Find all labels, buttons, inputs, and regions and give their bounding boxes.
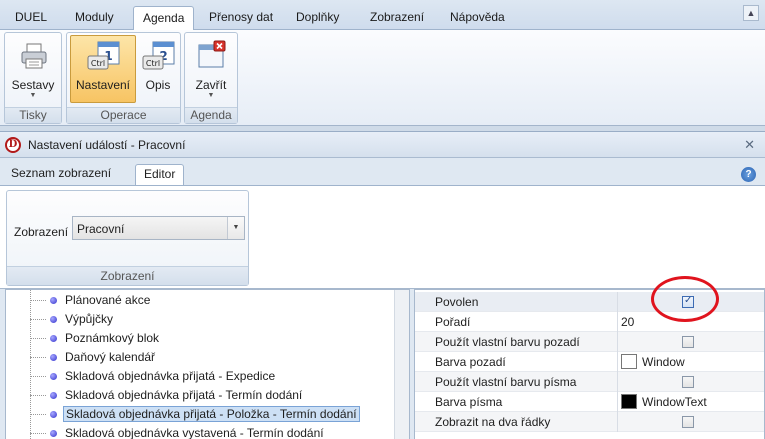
color-swatch <box>621 354 637 369</box>
tab-agenda[interactable]: Agenda <box>133 6 195 31</box>
tree-item-label: Skladová objednávka vystavená - Termín d… <box>65 426 324 439</box>
close-icon[interactable]: ✕ <box>744 137 755 153</box>
tab-zobrazeni[interactable]: Zobrazení <box>361 6 433 30</box>
tree-item-label: Plánované akce <box>65 293 151 307</box>
property-row-barva-pozadi: Barva pozadí Window <box>415 352 764 372</box>
barva-pisma-value[interactable]: WindowText <box>642 395 707 409</box>
ribbon: Sestavy ▼ Tisky 1 Ctrl Nastavení 2 Ctrl <box>0 30 765 126</box>
zobrazeni-select[interactable]: Pracovní ▼ <box>72 216 245 240</box>
svg-text:Ctrl: Ctrl <box>91 59 105 68</box>
zavrit-label: Zavřít <box>195 78 227 92</box>
ribbon-minimize-icon[interactable]: ▲ <box>743 5 759 21</box>
dialog-titlebar: D Nastavení událostí - Pracovní ✕ <box>0 132 765 158</box>
tree-item-label: Skladová objednávka přijatá - Termín dod… <box>65 388 303 402</box>
tab-moduly[interactable]: Moduly <box>66 6 123 30</box>
bullet-icon <box>50 297 57 304</box>
tree-item-label: Poznámkový blok <box>65 331 160 345</box>
editor-toolbar-pane: Zobrazení Pracovní ▼ Zobrazení <box>0 185 765 289</box>
tab-duel[interactable]: DUEL <box>6 6 56 30</box>
chevron-down-icon[interactable]: ▼ <box>227 217 244 239</box>
nastaveni-label: Nastavení <box>75 78 131 92</box>
group-label-agenda: Agenda <box>185 107 237 123</box>
settings-dialog: D Nastavení událostí - Pracovní ✕ Seznam… <box>0 131 765 439</box>
property-row-vlastni-barva-pisma: Použít vlastní barvu písma <box>415 372 764 392</box>
nastaveni-button[interactable]: 1 Ctrl Nastavení <box>70 35 136 103</box>
bullet-icon <box>50 430 57 437</box>
tree-item[interactable]: Plánované akce <box>6 291 396 310</box>
opis-label: Opis <box>145 78 171 92</box>
property-name: Barva pozadí <box>435 355 506 369</box>
close-window-icon <box>198 40 226 68</box>
tree-item[interactable]: Skladová objednávka vystavená - Termín d… <box>6 424 396 439</box>
tree-item[interactable]: Výpůjčky <box>6 310 396 329</box>
zobrazeni-field-label: Zobrazení <box>14 225 69 239</box>
tree-item-label: Skladová objednávka přijatá - Položka - … <box>63 406 360 422</box>
app-logo-icon: D <box>5 137 21 153</box>
barva-pozadi-value[interactable]: Window <box>642 355 685 369</box>
bullet-icon <box>50 373 57 380</box>
tree-item[interactable]: Skladová objednávka přijatá - Expedice <box>6 367 396 386</box>
color-swatch <box>621 394 637 409</box>
tree-item-label: Skladová objednávka přijatá - Expedice <box>65 369 276 383</box>
event-tree: Plánované akce Výpůjčky Poznámkový blok … <box>5 289 410 439</box>
property-row-vlastni-barva-pozadi: Použít vlastní barvu pozadí <box>415 332 764 352</box>
zobrazeni-group: Zobrazení Pracovní ▼ Zobrazení <box>6 190 249 286</box>
sestavy-dropdown-icon: ▼ <box>29 92 37 99</box>
svg-text:Ctrl: Ctrl <box>146 59 160 68</box>
zavrit-dropdown-icon: ▼ <box>207 92 215 99</box>
dva-radky-checkbox[interactable] <box>682 416 694 428</box>
property-name: Barva písma <box>435 395 503 409</box>
tab-doplnky[interactable]: Doplňky <box>287 6 348 30</box>
sestavy-button[interactable]: Sestavy ▼ <box>8 35 58 103</box>
tree-item-label: Výpůjčky <box>65 312 114 326</box>
help-icon[interactable]: ? <box>741 167 756 182</box>
dialog-title: Nastavení událostí - Pracovní <box>28 138 186 152</box>
bullet-icon <box>50 411 57 418</box>
printer-icon <box>21 43 47 69</box>
tab-seznam-zobrazeni[interactable]: Seznam zobrazení <box>3 164 119 186</box>
calendar-copy-icon: 2 Ctrl <box>142 41 175 70</box>
zavrit-button[interactable]: Zavřít ▼ <box>187 35 235 103</box>
vlastni-barva-pozadi-checkbox[interactable] <box>682 336 694 348</box>
zobrazeni-select-value: Pracovní <box>77 222 125 236</box>
vlastni-barva-pisma-checkbox[interactable] <box>682 376 694 388</box>
calendar-settings-icon: 1 Ctrl <box>87 41 120 70</box>
bullet-icon <box>50 354 57 361</box>
highlight-annotation <box>651 276 719 322</box>
group-label-zobrazeni: Zobrazení <box>7 266 248 285</box>
bullet-icon <box>50 316 57 323</box>
ribbon-group-operace: 1 Ctrl Nastavení 2 Ctrl Opis Operace <box>66 32 181 124</box>
tab-prenosy-dat[interactable]: Přenosy dat <box>200 6 282 30</box>
opis-button[interactable]: 2 Ctrl Opis <box>139 35 177 103</box>
tree-scrollbar[interactable] <box>394 290 409 439</box>
bullet-icon <box>50 392 57 399</box>
group-label-operace: Operace <box>67 107 180 123</box>
tab-editor[interactable]: Editor <box>135 164 185 186</box>
tree-item-label: Daňový kalendář <box>65 350 156 364</box>
ribbon-group-agenda: Zavřít ▼ Agenda <box>184 32 238 124</box>
tree-item[interactable]: Skladová objednávka přijatá - Termín dod… <box>6 386 396 405</box>
property-name: Povolen <box>435 295 479 309</box>
dialog-tabs: Seznam zobrazení Editor ? <box>0 159 765 186</box>
property-row-dva-radky: Zobrazit na dva řádky <box>415 412 764 432</box>
sestavy-label: Sestavy <box>11 78 55 92</box>
bullet-icon <box>50 335 57 342</box>
group-label-tisky: Tisky <box>5 107 61 123</box>
property-name: Použít vlastní barvu pozadí <box>435 335 580 349</box>
property-name: Pořadí <box>435 315 471 329</box>
tree-item[interactable]: Poznámkový blok <box>6 329 396 348</box>
tree-item-selected[interactable]: Skladová objednávka přijatá - Položka - … <box>6 405 396 424</box>
property-row-poradi: Pořadí 20 <box>415 312 764 332</box>
property-name: Použít vlastní barvu písma <box>435 375 577 389</box>
ribbon-tab-bar: DUEL Moduly Agenda Přenosy dat Doplňky Z… <box>0 0 765 31</box>
property-row-barva-pisma: Barva písma WindowText <box>415 392 764 412</box>
property-name: Zobrazit na dva řádky <box>435 415 551 429</box>
poradi-value[interactable]: 20 <box>621 315 634 329</box>
ribbon-group-tisky: Sestavy ▼ Tisky <box>4 32 62 124</box>
tab-napoveda[interactable]: Nápověda <box>441 6 514 30</box>
tree-item[interactable]: Daňový kalendář <box>6 348 396 367</box>
